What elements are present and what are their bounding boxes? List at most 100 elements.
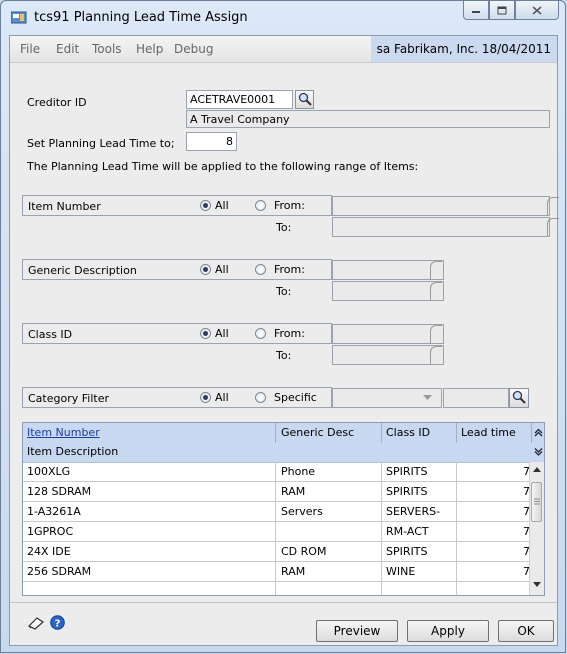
generic-desc-from-lookup[interactable] — [430, 261, 442, 279]
note-icon[interactable] — [27, 616, 45, 630]
creditor-id-field[interactable]: ACETRAVE0001 — [186, 90, 293, 109]
item-number-from-lookup[interactable] — [547, 197, 559, 215]
client-area: File Edit Tools Help Debug sa Fabrikam, … — [9, 35, 559, 646]
item-number-to-lookup[interactable] — [547, 218, 559, 236]
table-row[interactable]: 256 SDRAM RAM WINE 7 — [23, 562, 532, 582]
item-number-from-label: From: — [274, 199, 305, 212]
item-number-from-field — [332, 196, 550, 216]
menu-bar: File Edit Tools Help Debug sa Fabrikam, … — [10, 36, 557, 63]
menu-tools[interactable]: Tools — [92, 42, 122, 56]
scroll-up-icon[interactable] — [533, 467, 541, 472]
minimize-icon[interactable] — [463, 1, 489, 20]
search-icon — [512, 390, 526, 404]
cell-item-number: 256 SDRAM — [27, 565, 92, 578]
col-generic-desc[interactable]: Generic Desc — [281, 426, 354, 439]
grid-subheader: Item Description — [23, 443, 544, 463]
app-window: tcs91 Planning Lead Time Assign File Edi… — [0, 0, 566, 653]
grid-scrollbar[interactable] — [529, 462, 544, 595]
maximize-icon[interactable] — [489, 1, 515, 20]
menu-help[interactable]: Help — [136, 42, 163, 56]
cell-class-id: RM-ACT — [386, 525, 429, 538]
cell-class-id: SPIRITS — [386, 545, 428, 558]
scroll-thumb[interactable] — [531, 482, 542, 522]
class-id-all-label: All — [215, 327, 229, 340]
cell-item-number: 128 SDRAM — [27, 485, 92, 498]
col-item-description: Item Description — [27, 445, 119, 458]
cell-generic-desc: Phone — [281, 465, 316, 478]
help-icon[interactable]: ? — [50, 615, 65, 630]
cell-item-number: 1-A3261A — [27, 505, 81, 518]
category-specific-radio[interactable] — [255, 392, 266, 403]
user-info: sa Fabrikam, Inc. 18/04/2011 — [376, 42, 551, 56]
generic-desc-to-lookup[interactable] — [430, 282, 442, 300]
table-row[interactable]: 24X IDE CD ROM SPIRITS 7 — [23, 542, 532, 562]
class-id-from-label: From: — [274, 327, 305, 340]
cell-class-id: SERVERS- — [386, 505, 441, 518]
item-number-all-label: All — [215, 199, 229, 212]
title-bar[interactable]: tcs91 Planning Lead Time Assign — [1, 1, 565, 35]
class-id-to-label: To: — [276, 349, 292, 362]
table-row[interactable]: 1-A3261A Servers SERVERS- 7 — [23, 502, 532, 522]
class-id-label: Class ID — [28, 328, 73, 341]
category-lookup-button[interactable] — [509, 388, 529, 408]
category-specific-field — [443, 388, 509, 408]
cell-generic-desc: CD ROM — [281, 545, 327, 558]
table-row[interactable]: 100XLG Phone SPIRITS 7 — [23, 462, 532, 482]
expand-icon[interactable] — [534, 447, 543, 456]
category-all-radio[interactable] — [200, 392, 211, 403]
item-number-from-radio[interactable] — [255, 200, 266, 211]
generic-desc-all-radio[interactable] — [200, 264, 211, 275]
range-note: The Planning Lead Time will be applied t… — [27, 160, 419, 173]
app-icon — [11, 11, 27, 24]
collapse-icon[interactable] — [534, 428, 543, 437]
category-all-label: All — [215, 391, 229, 404]
creditor-lookup-button[interactable] — [295, 90, 314, 109]
class-id-from-lookup[interactable] — [430, 325, 442, 343]
table-row[interactable]: 1GPROC RM-ACT 7 — [23, 522, 532, 542]
creditor-name-field: A Travel Company — [186, 110, 550, 128]
cell-generic-desc: RAM — [281, 485, 306, 498]
cell-generic-desc: Servers — [281, 505, 323, 518]
category-specific-label: Specific — [274, 391, 317, 404]
item-number-to-field — [332, 217, 550, 237]
user-info-panel: sa Fabrikam, Inc. 18/04/2011 — [371, 36, 557, 62]
menu-edit[interactable]: Edit — [56, 42, 79, 56]
cell-class-id: SPIRITS — [386, 465, 428, 478]
generic-desc-from-radio[interactable] — [255, 264, 266, 275]
col-lead-time[interactable]: Lead time — [461, 426, 516, 439]
item-number-all-radio[interactable] — [200, 200, 211, 211]
window-title: tcs91 Planning Lead Time Assign — [34, 10, 248, 25]
cell-class-id: WINE — [386, 565, 416, 578]
class-id-all-radio[interactable] — [200, 328, 211, 339]
item-number-label: Item Number — [28, 200, 101, 213]
creditor-id-label: Creditor ID — [27, 96, 87, 109]
menu-file[interactable]: File — [20, 42, 40, 56]
generic-desc-label: Generic Description — [28, 264, 137, 277]
generic-desc-to-label: To: — [276, 285, 292, 298]
class-id-to-lookup[interactable] — [430, 346, 442, 364]
cell-generic-desc: RAM — [281, 565, 306, 578]
cell-item-number: 24X IDE — [27, 545, 71, 558]
lead-time-label: Set Planning Lead Time to; — [27, 137, 175, 150]
svg-text:?: ? — [55, 619, 61, 630]
cell-class-id: SPIRITS — [386, 485, 428, 498]
apply-button[interactable]: Apply — [407, 620, 489, 642]
lead-time-field[interactable]: 8 — [186, 132, 237, 151]
search-icon — [298, 92, 312, 106]
ok-button[interactable]: OK — [498, 620, 554, 642]
class-id-from-radio[interactable] — [255, 328, 266, 339]
table-row[interactable]: 128 SDRAM RAM SPIRITS 7 — [23, 482, 532, 502]
generic-desc-from-field — [332, 260, 444, 280]
chevron-down-icon — [423, 395, 432, 400]
grid-header: Item Number Generic Desc Class ID Lead t… — [23, 423, 544, 444]
class-id-from-field — [332, 324, 444, 344]
scroll-down-icon[interactable] — [533, 582, 541, 587]
generic-desc-to-field — [332, 281, 444, 301]
col-item-number[interactable]: Item Number — [27, 426, 100, 439]
col-class-id[interactable]: Class ID — [386, 426, 430, 439]
cell-item-number: 1GPROC — [27, 525, 74, 538]
menu-debug[interactable]: Debug — [174, 42, 213, 56]
item-number-to-label: To: — [276, 221, 292, 234]
close-icon[interactable] — [515, 1, 559, 20]
preview-button[interactable]: Preview — [316, 620, 398, 642]
